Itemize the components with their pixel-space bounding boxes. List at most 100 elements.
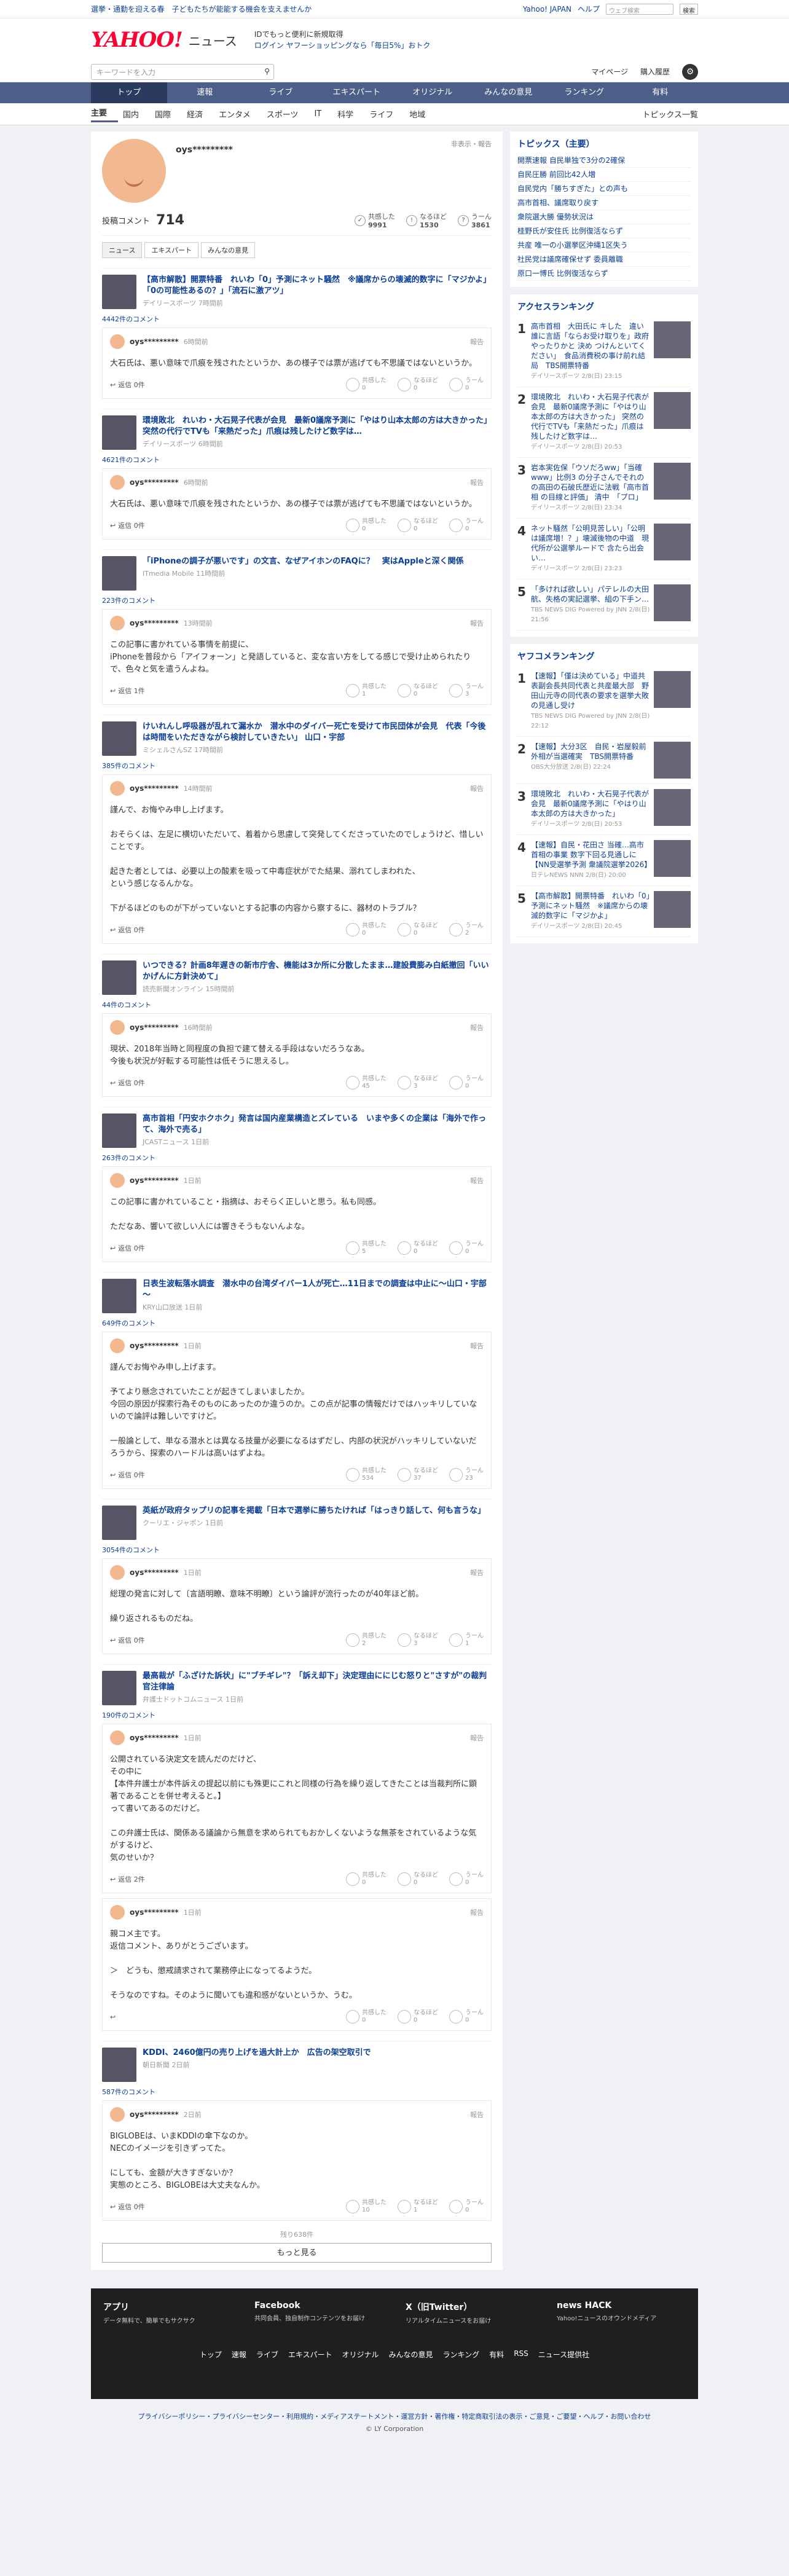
topics-list-link[interactable]: トピックス一覧 bbox=[642, 108, 698, 120]
react-hmm-button[interactable]: うーん 0 bbox=[449, 377, 484, 392]
nav-breaking[interactable]: 速報 bbox=[167, 82, 243, 103]
report-link[interactable]: 報告 bbox=[470, 1907, 484, 1917]
footer-link[interactable]: ライブ bbox=[256, 2349, 278, 2360]
reply-button[interactable]: ↩ 返信 0件 bbox=[110, 520, 145, 530]
react-hmm-button[interactable]: うーん 0 bbox=[449, 1241, 484, 1255]
ranking-item[interactable]: 2 【速報】大分3区 自民・岩屋毅前外相が当選確実 TBS開票特番 OBS大分放送 … bbox=[517, 737, 691, 784]
comment-count-link[interactable]: 263件のコメント bbox=[102, 1153, 492, 1163]
ranking-title[interactable]: 環境敗北 れいわ・大石晃子代表が会見 最新0議席予測に「やはり山本太郎の方は大き… bbox=[531, 789, 650, 830]
article-title[interactable]: 「iPhoneの調子が悪いです」の文言、なぜアイホンのFAQに？ 実はApple… bbox=[143, 556, 464, 567]
cat-main[interactable]: 主要 bbox=[91, 106, 119, 122]
react-hmm-button[interactable]: うーん 23 bbox=[449, 1467, 484, 1482]
tab-expert[interactable]: エキスパート bbox=[144, 242, 199, 258]
react-hmm-button[interactable]: うーん 0 bbox=[449, 2199, 484, 2214]
react-insight-button[interactable]: なるほど 0 bbox=[398, 1241, 438, 1255]
footer-social-item[interactable]: アプリ データ無料で、簡単でもサクサク bbox=[103, 2301, 232, 2325]
reply-button[interactable]: ↩ 返信 2件 bbox=[110, 1874, 145, 1884]
cat-life[interactable]: ライフ bbox=[369, 108, 404, 120]
ranking-item[interactable]: 4 ネット騒然「公明見苦しい」「公明は議席増！？」壊滅後物の中道 現代所が公選挙ル… bbox=[517, 519, 691, 579]
article-thumbnail[interactable] bbox=[102, 1279, 136, 1313]
article-title[interactable]: 高市首相「円安ホクホク」発言は国内産業構造とズレている いまや多くの企業は「海外… bbox=[143, 1113, 492, 1136]
ranking-title[interactable]: 【高市解散】開票特番 れいわ「0」予測にネット騒然 ※議席からの壊滅的数字に「マ… bbox=[531, 891, 650, 932]
react-hmm-button[interactable]: うーん 0 bbox=[449, 2009, 484, 2024]
reply-button[interactable]: ↩ 返信 0件 bbox=[110, 1243, 145, 1253]
report-link[interactable]: 報告 bbox=[470, 618, 484, 628]
react-insight-button[interactable]: なるほど 3 bbox=[398, 1633, 438, 1647]
ranking-title[interactable]: 岩本実佐保「ウソだろww」「当確www」比例3 の分子さんでそれのの高田の石破氏… bbox=[531, 463, 650, 513]
article-thumbnail[interactable] bbox=[102, 556, 136, 591]
article-title[interactable]: 環境敗北 れいわ・大石晃子代表が会見 最新0議席予測に「やはり山本太郎の方は大き… bbox=[143, 415, 496, 438]
react-hmm-button[interactable]: うーん 0 bbox=[449, 1075, 484, 1090]
react-agree-button[interactable]: 共感した 0 bbox=[346, 377, 387, 392]
load-more-button[interactable]: もっと見る bbox=[102, 2243, 492, 2263]
article-thumbnail[interactable] bbox=[102, 1671, 136, 1705]
topic-link[interactable]: 共産 唯一の小選挙区沖縄1区失う bbox=[517, 238, 691, 253]
ranking-title[interactable]: 環境敗北 れいわ・大石晃子代表が会見 最新0議席予測に「やはり山本太郎の方は大き… bbox=[531, 392, 650, 452]
yahoo-japan-link[interactable]: Yahoo! JAPAN bbox=[523, 5, 571, 14]
comment-count-link[interactable]: 4442件のコメント bbox=[102, 314, 492, 324]
help-link[interactable]: ヘルプ bbox=[578, 4, 600, 14]
comment-count-link[interactable]: 190件のコメント bbox=[102, 1710, 492, 1720]
article-thumbnail[interactable] bbox=[102, 275, 136, 309]
react-hmm-button[interactable]: うーん 2 bbox=[449, 922, 484, 937]
topic-link[interactable]: 衆院選大勝 優勢状況は bbox=[517, 210, 691, 224]
history-link[interactable]: 購入履歴 bbox=[640, 66, 670, 77]
nav-ranking[interactable]: ランキング bbox=[546, 82, 622, 103]
react-insight-button[interactable]: なるほど 3 bbox=[398, 1075, 438, 1090]
article-title[interactable]: 日表生波転落水調査 潜水中の台湾ダイバー1人が死亡…11日までの調査は中止に～山… bbox=[143, 1279, 492, 1301]
article-thumbnail[interactable] bbox=[102, 1506, 136, 1540]
ranking-item[interactable]: 2 環境敗北 れいわ・大石晃子代表が会見 最新0議席予測に「やはり山本太郎の方は大… bbox=[517, 387, 691, 458]
ranking-item[interactable]: 1 【速報】「僅は決めている」中道共表副会長共同代表と共産最大部 野田山元寺の同代… bbox=[517, 666, 691, 737]
react-insight-button[interactable]: なるほど 0 bbox=[398, 1872, 438, 1887]
web-search-input[interactable]: ウェブ検索 bbox=[606, 3, 673, 15]
comment-count-link[interactable]: 223件のコメント bbox=[102, 595, 492, 605]
react-agree-button[interactable]: 共感した 45 bbox=[346, 1075, 387, 1090]
ranking-item[interactable]: 5 「多ければ欲しい」パテレルの大田航、失格の実記選挙、組の下手ン… TBS NEW… bbox=[517, 579, 691, 630]
report-link[interactable]: 報告 bbox=[470, 783, 484, 793]
nav-top[interactable]: トップ bbox=[91, 82, 167, 103]
report-link[interactable]: 報告 bbox=[470, 1733, 484, 1743]
cat-sports[interactable]: スポーツ bbox=[267, 108, 310, 120]
report-link[interactable]: 報告 bbox=[470, 1568, 484, 1577]
react-insight-button[interactable]: なるほど 1 bbox=[398, 2199, 438, 2214]
react-agree-button[interactable]: 共感した 5 bbox=[346, 1241, 387, 1255]
topic-link[interactable]: 桂野氏が安住氏 比例復活ならず bbox=[517, 224, 691, 238]
react-agree-button[interactable]: 共感した 0 bbox=[346, 1872, 387, 1887]
footer-social-item[interactable]: X（旧Twitter） リアルタイムニュースをお届け bbox=[406, 2301, 535, 2325]
topic-link[interactable]: 高市首相、議席取り戻す bbox=[517, 196, 691, 210]
reply-button[interactable]: ↩ 返信 0件 bbox=[110, 925, 145, 935]
ranking-title[interactable]: 「多ければ欲しい」パテレルの大田航、失格の実記選挙、組の下手ン… TBS NEWS… bbox=[531, 584, 650, 625]
comment-count-link[interactable]: 4621件のコメント bbox=[102, 455, 492, 465]
tab-news[interactable]: ニュース bbox=[102, 242, 143, 258]
react-agree-button[interactable]: 共感した 534 bbox=[346, 1467, 387, 1482]
react-insight-button[interactable]: なるほど 0 bbox=[398, 377, 438, 392]
article-thumbnail[interactable] bbox=[102, 960, 136, 995]
react-agree-button[interactable]: 共感した 10 bbox=[346, 2199, 387, 2214]
nav-original[interactable]: オリジナル bbox=[394, 82, 471, 103]
news-search-input[interactable]: キーワードを入力 ⚲ bbox=[91, 63, 274, 80]
comment-count-link[interactable]: 44件のコメント bbox=[102, 1000, 492, 1010]
reply-button[interactable]: ↩ bbox=[110, 2013, 118, 2021]
cat-economy[interactable]: 経済 bbox=[187, 108, 214, 120]
ranking-item[interactable]: 4 【速報】自民・花田さ 当確…高市首相の事業 数字下回る見通しに【NN受選挙予測… bbox=[517, 835, 691, 886]
reply-button[interactable]: ↩ 返信 0件 bbox=[110, 1635, 145, 1645]
topic-link[interactable]: 自民党内「勝ちすぎた」との声も bbox=[517, 182, 691, 196]
topic-link[interactable]: 原口一博氏 比例復活ならず bbox=[517, 267, 691, 281]
react-agree-button[interactable]: 共感した 0 bbox=[346, 2009, 387, 2024]
article-title[interactable]: 【高市解散】開票特番 れいわ「0」予測にネット騒然 ※議席からの壊滅的数字に「マ… bbox=[143, 275, 492, 297]
react-insight-button[interactable]: なるほど 0 bbox=[398, 518, 438, 533]
topic-link[interactable]: 社民党は議席確保せず 委員離職 bbox=[517, 253, 691, 267]
react-insight-button[interactable]: なるほど 0 bbox=[398, 2009, 438, 2024]
report-link[interactable]: 報告 bbox=[470, 477, 484, 487]
react-hmm-button[interactable]: うーん 1 bbox=[449, 1633, 484, 1647]
topic-link[interactable]: 自民圧勝 前回比42人増 bbox=[517, 168, 691, 182]
nav-opinions[interactable]: みんなの意見 bbox=[471, 82, 547, 103]
footer-social-item[interactable]: Facebook 共同会員、独自制作コンテンツをお届け bbox=[254, 2301, 383, 2325]
promo-link[interactable]: 選挙・通勤を迎える春 子どもたちが能能する機会を支えませんか bbox=[91, 4, 312, 14]
reply-button[interactable]: ↩ 返信 0件 bbox=[110, 1078, 145, 1088]
comment-count-link[interactable]: 649件のコメント bbox=[102, 1318, 492, 1328]
signup-message[interactable]: IDでもっと便利に新規取得 bbox=[254, 29, 431, 40]
footer-link[interactable]: ランキング bbox=[443, 2349, 480, 2360]
ranking-title[interactable]: 【速報】「僅は決めている」中道共表副会長共同代表と共産最大部 野田山元寺の同代表… bbox=[531, 671, 650, 731]
footer-link[interactable]: ニュース提供社 bbox=[538, 2349, 589, 2360]
